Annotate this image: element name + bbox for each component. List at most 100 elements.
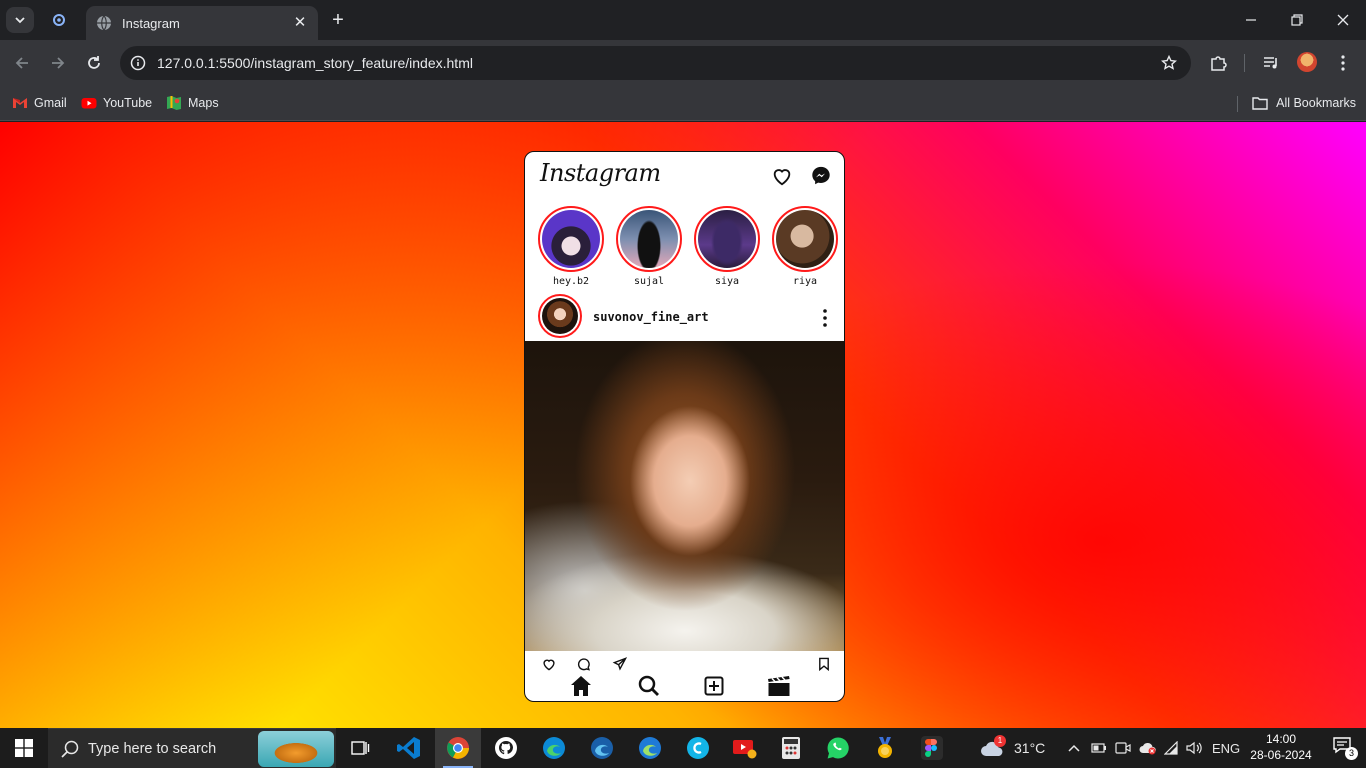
tab-title: Instagram — [122, 15, 180, 31]
clock[interactable]: 14:00 28-06-2024 — [1246, 731, 1316, 763]
like-icon[interactable] — [539, 657, 559, 671]
minimize-button[interactable] — [1228, 0, 1274, 40]
close-tab-icon[interactable]: ✕ — [292, 15, 308, 31]
chrome-menu-button[interactable] — [1333, 53, 1353, 73]
story-item[interactable]: riya — [772, 206, 838, 287]
onedrive-indicator[interactable] — [1139, 728, 1157, 768]
kebab-menu-icon — [1341, 55, 1345, 71]
home-icon — [571, 676, 591, 696]
share-icon[interactable] — [610, 657, 630, 671]
url-text[interactable]: 127.0.0.1:5500/instagram_story_feature/i… — [157, 55, 473, 71]
weather-widget[interactable]: 1 31°C — [980, 728, 1045, 768]
post-username[interactable]: suvonov_fine_art — [593, 310, 709, 324]
taskbar-edge-1[interactable] — [531, 728, 577, 768]
puzzle-icon — [1211, 56, 1227, 71]
network-indicator[interactable] — [1164, 728, 1180, 768]
close-window-button[interactable] — [1320, 0, 1366, 40]
notification-count: 3 — [1345, 747, 1358, 760]
vscode-icon — [397, 737, 420, 759]
close-icon — [1337, 14, 1349, 26]
camera-indicator[interactable] — [1115, 728, 1131, 768]
bookmarks-bar: Gmail YouTube Maps All Bookmarks — [0, 86, 1366, 121]
story-item[interactable]: hey.b2 — [538, 206, 604, 287]
github-icon — [495, 737, 517, 759]
bookmark-star-icon[interactable] — [1161, 55, 1177, 71]
save-icon[interactable] — [814, 657, 834, 671]
restore-button[interactable] — [1274, 0, 1320, 40]
show-hidden-icons[interactable] — [1067, 728, 1081, 768]
calculator-icon — [782, 737, 800, 759]
notification-center-button[interactable]: 3 — [1332, 736, 1358, 760]
taskbar-whatsapp[interactable] — [815, 728, 861, 768]
active-tab[interactable]: Instagram ✕ — [86, 6, 318, 40]
media-control-button[interactable] — [1261, 53, 1281, 73]
task-view-button[interactable] — [337, 728, 383, 768]
post-author-avatar[interactable] — [538, 294, 582, 338]
nav-home[interactable] — [569, 674, 593, 698]
profile-avatar[interactable] — [1297, 52, 1317, 72]
taskbar-vscode[interactable] — [386, 728, 432, 768]
volume-indicator[interactable] — [1186, 728, 1204, 768]
start-button[interactable] — [0, 728, 48, 768]
all-bookmarks-button[interactable]: All Bookmarks — [1252, 92, 1356, 114]
messenger-icon[interactable] — [810, 165, 832, 187]
search-icon — [61, 740, 79, 758]
more-options-icon[interactable] — [821, 308, 829, 328]
cloud-offline-icon — [1139, 742, 1156, 755]
address-bar[interactable]: 127.0.0.1:5500/instagram_story_feature/i… — [120, 46, 1191, 80]
windows-logo-icon — [15, 739, 33, 757]
chevron-up-icon — [1068, 744, 1080, 752]
tab-search-button[interactable] — [6, 7, 34, 33]
taskbar-figma[interactable] — [909, 728, 955, 768]
forward-button[interactable] — [44, 49, 72, 77]
search-icon — [638, 675, 659, 696]
extensions-button[interactable] — [1208, 53, 1228, 73]
story-item[interactable]: sujal — [616, 206, 682, 287]
edge-beta-icon — [591, 737, 613, 759]
restore-icon — [1291, 14, 1303, 26]
taskbar-chrome[interactable] — [435, 728, 481, 768]
edge-dev-icon — [639, 737, 661, 759]
taskbar-search[interactable]: Type here to search — [48, 728, 336, 768]
site-info-icon[interactable] — [130, 55, 146, 71]
new-tab-button[interactable]: + — [328, 9, 348, 31]
battery-indicator[interactable] — [1091, 728, 1107, 768]
browser-toolbar: 127.0.0.1:5500/instagram_story_feature/i… — [0, 40, 1366, 86]
folder-icon — [1252, 97, 1268, 110]
nav-search[interactable] — [637, 674, 661, 698]
youtube-icon — [81, 98, 97, 109]
nav-reels[interactable] — [767, 674, 791, 698]
arrow-left-icon — [15, 57, 28, 69]
language-indicator[interactable]: ENG — [1212, 728, 1240, 768]
story-item[interactable]: siya — [694, 206, 760, 287]
heart-icon[interactable] — [771, 165, 793, 187]
nav-create[interactable] — [702, 674, 726, 698]
taskbar-edge-3[interactable] — [627, 728, 673, 768]
chevron-down-icon — [15, 17, 25, 24]
weather-badge: 1 — [994, 735, 1006, 747]
taskbar-badge-app[interactable] — [862, 728, 908, 768]
browser-tab-bar: Instagram ✕ + — [0, 0, 1366, 40]
back-button[interactable] — [8, 49, 36, 77]
clapperboard-icon — [768, 676, 790, 696]
taskbar-canva[interactable] — [675, 728, 721, 768]
all-bookmarks-label: All Bookmarks — [1276, 96, 1356, 110]
bookmark-maps[interactable]: Maps — [166, 92, 219, 114]
reload-button[interactable] — [80, 49, 108, 77]
bookmark-gmail[interactable]: Gmail — [12, 92, 67, 114]
bookmark-label: Maps — [188, 96, 219, 110]
taskbar-calculator[interactable] — [768, 728, 814, 768]
taskbar-github[interactable] — [483, 728, 529, 768]
taskbar-anydesk[interactable] — [722, 728, 768, 768]
story-avatar — [698, 210, 756, 268]
pinned-tab[interactable] — [46, 8, 72, 32]
story-ring — [538, 206, 604, 272]
story-avatar — [620, 210, 678, 268]
bookmark-youtube[interactable]: YouTube — [81, 92, 152, 114]
edge-icon — [543, 737, 565, 759]
taskbar-edge-2[interactable] — [579, 728, 625, 768]
story-avatar — [542, 210, 600, 268]
post-image[interactable] — [525, 341, 844, 651]
weather-temperature: 31°C — [1014, 740, 1046, 756]
comment-icon[interactable] — [574, 657, 594, 671]
